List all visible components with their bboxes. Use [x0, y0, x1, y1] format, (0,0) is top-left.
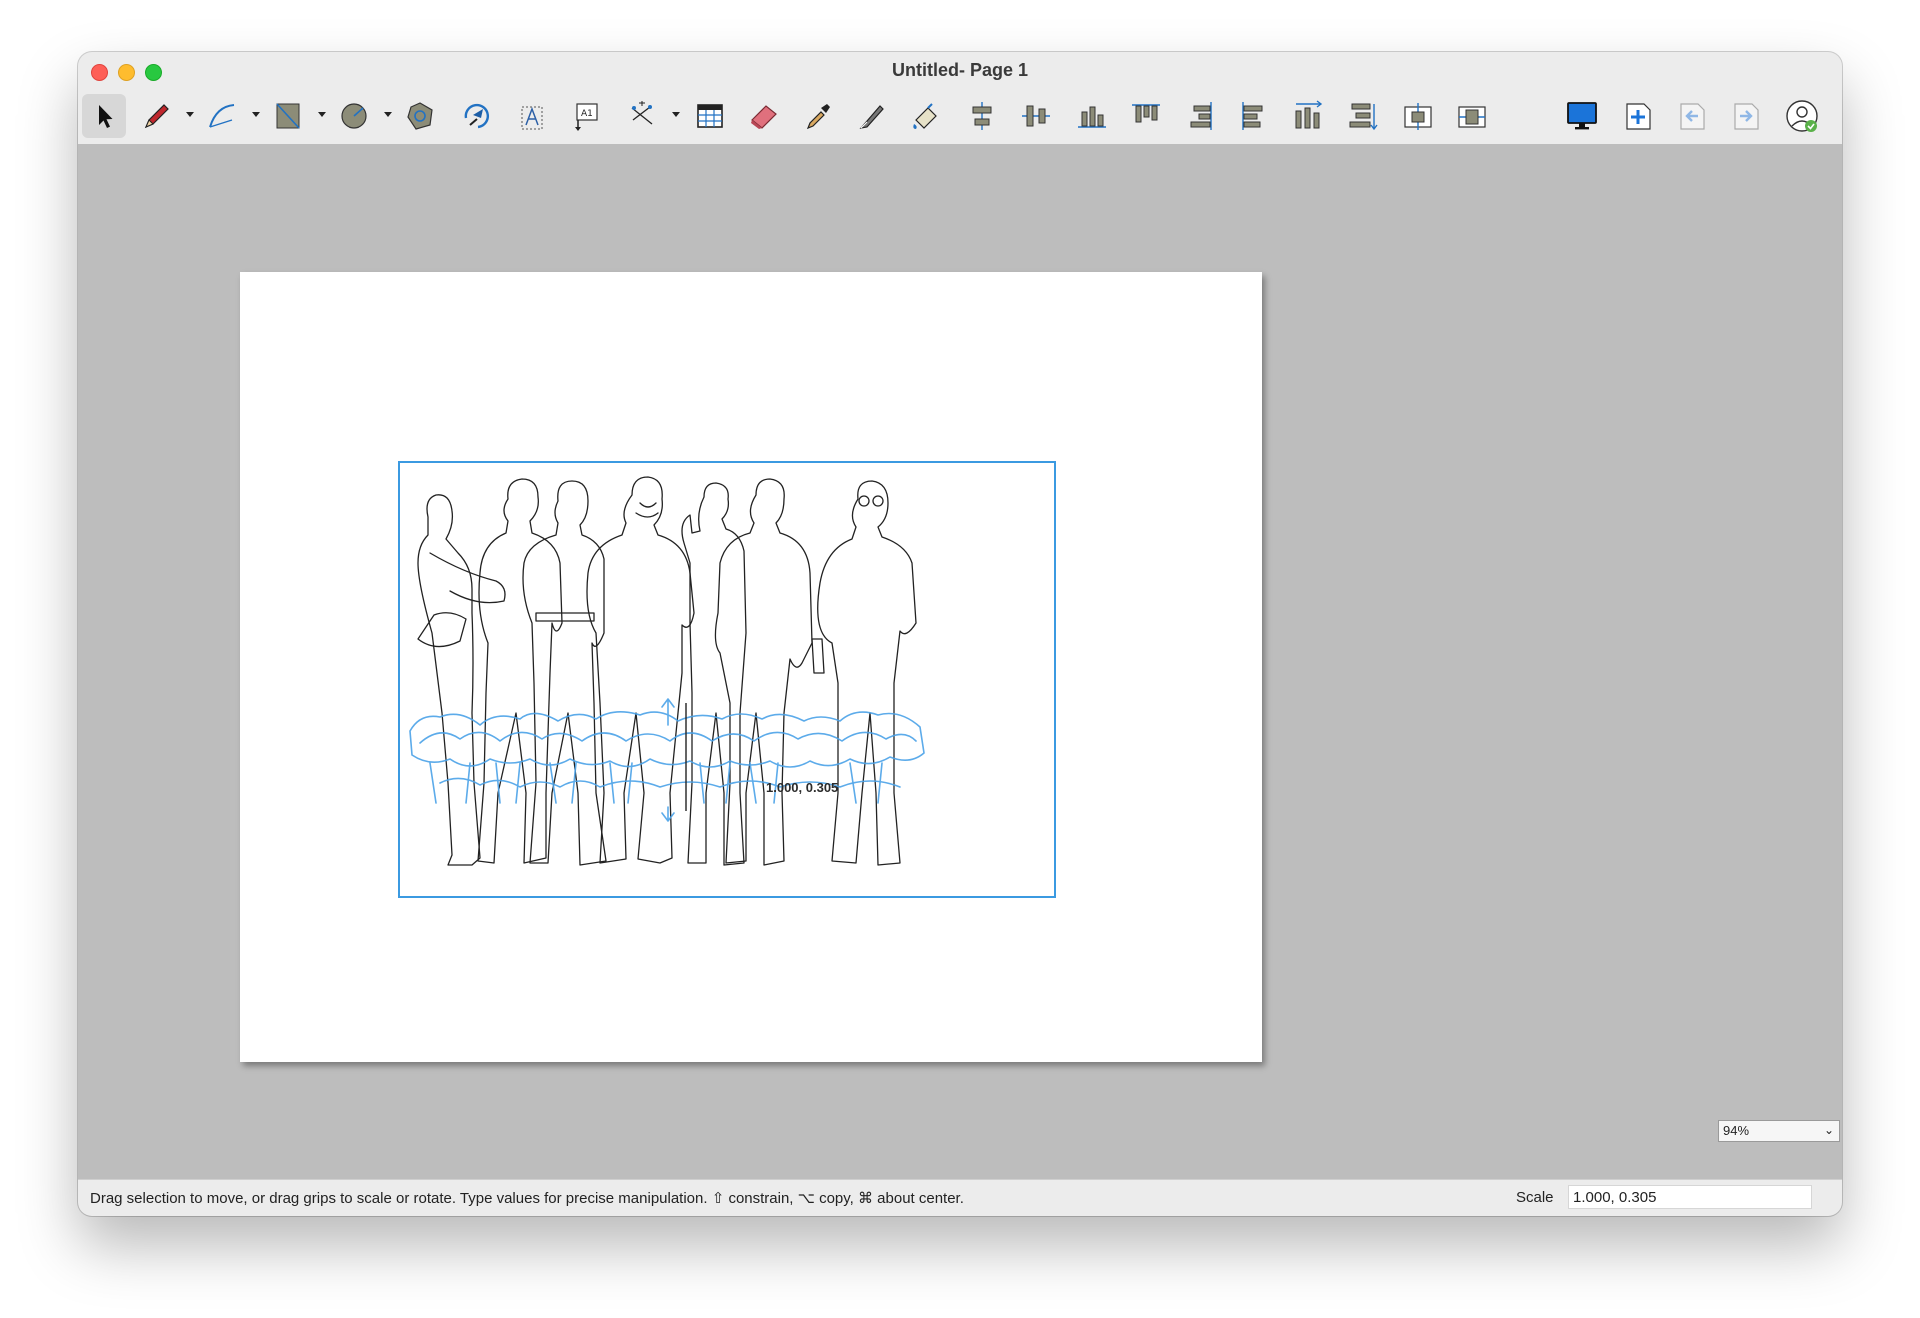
scale-input[interactable]	[1568, 1185, 1812, 1209]
circle-icon	[341, 103, 367, 129]
circle-dropdown-icon[interactable]	[384, 112, 392, 117]
next-page-tool[interactable]	[1724, 94, 1768, 138]
drawing-canvas-area[interactable]: 1.000, 0.305 94% ⌄	[78, 144, 1842, 1180]
center-on-page-icon	[1404, 103, 1432, 130]
curve-dropdown-icon[interactable]	[252, 112, 260, 117]
account-icon	[1786, 100, 1818, 132]
svg-text:A1: A1	[581, 109, 593, 119]
curve-tool[interactable]	[200, 94, 244, 138]
distribute-vertical-tool[interactable]	[1340, 94, 1384, 138]
status-bar: Drag selection to move, or drag grips to…	[78, 1179, 1842, 1216]
eyedropper-tool[interactable]	[796, 94, 840, 138]
select-tool[interactable]	[82, 94, 126, 138]
rotate-tool[interactable]	[454, 94, 498, 138]
window-title: Untitled- Page 1	[891, 60, 1029, 80]
align-center-horizontal-icon	[972, 102, 992, 130]
person-figure	[417, 494, 506, 866]
zoom-select[interactable]: 94% ⌄	[1718, 1120, 1840, 1142]
arrow-pointer-icon	[99, 105, 113, 128]
distribute-vertical-icon	[1349, 103, 1378, 131]
distribute-horizontal-icon	[1295, 100, 1323, 129]
text-a-icon	[521, 106, 543, 130]
presentation-tool[interactable]	[1560, 94, 1604, 138]
pencil-tool[interactable]	[134, 94, 178, 138]
rectangle-dropdown-icon[interactable]	[318, 112, 326, 117]
rotate-icon	[464, 103, 490, 129]
polygon-icon	[407, 102, 433, 130]
callout-tool[interactable]: A1	[564, 94, 608, 138]
person-figure	[522, 480, 607, 866]
dimension-dropdown-icon[interactable]	[672, 112, 680, 117]
align-right-tool[interactable]	[1178, 94, 1222, 138]
align-bottom-icon	[1078, 106, 1106, 128]
align-center-vertical-icon	[1022, 105, 1050, 127]
dimension-icon	[631, 101, 653, 125]
fit-to-page-tool[interactable]	[1450, 94, 1494, 138]
align-center-horizontal-tool[interactable]	[960, 94, 1004, 138]
previous-page-icon	[1680, 103, 1705, 130]
pencil-dropdown-icon[interactable]	[186, 112, 194, 117]
table-icon	[697, 104, 723, 128]
table-tool[interactable]	[688, 94, 732, 138]
circle-tool[interactable]	[332, 94, 376, 138]
scale-readout: 1.000, 0.305	[766, 780, 839, 795]
next-page-icon	[1734, 103, 1759, 130]
monitor-icon	[1567, 102, 1597, 130]
add-page-icon	[1626, 103, 1651, 130]
distribute-horizontal-tool[interactable]	[1286, 94, 1330, 138]
eyedropper-icon	[806, 104, 830, 130]
previous-page-tool[interactable]	[1670, 94, 1714, 138]
callout-a1-icon: A1	[575, 103, 598, 131]
knife-icon	[859, 105, 884, 129]
person-figure	[811, 480, 917, 866]
fit-to-page-icon	[1458, 106, 1486, 128]
people-line-drawing	[409, 476, 925, 866]
eraser-icon	[751, 105, 777, 129]
knife-tool[interactable]	[850, 94, 894, 138]
account-tool[interactable]	[1780, 94, 1824, 138]
align-right-icon	[1190, 102, 1212, 130]
rectangle-tool[interactable]	[266, 94, 310, 138]
align-top-tool[interactable]	[1124, 94, 1168, 138]
person-figure	[714, 478, 813, 866]
align-bottom-tool[interactable]	[1070, 94, 1114, 138]
dimension-tool[interactable]	[620, 94, 664, 138]
align-center-vertical-tool[interactable]	[1014, 94, 1058, 138]
polygon-tool[interactable]	[398, 94, 442, 138]
person-figure	[586, 476, 695, 864]
paint-fill-icon	[913, 103, 937, 129]
person-figure	[681, 482, 747, 866]
scaled-preview-outline	[409, 698, 925, 822]
scale-label: Scale	[1516, 1189, 1554, 1206]
text-tool[interactable]	[510, 94, 554, 138]
app-window: Untitled- Page 1 A1 1.000, 0.305 94% ⌄ D…	[78, 52, 1842, 1216]
curve-icon	[209, 104, 235, 128]
eraser-tool[interactable]	[742, 94, 786, 138]
add-page-tool[interactable]	[1616, 94, 1660, 138]
document-page[interactable]: 1.000, 0.305	[240, 272, 1262, 1062]
title-bar: Untitled- Page 1 A1	[78, 52, 1842, 145]
chevron-down-icon: ⌄	[1823, 1123, 1834, 1137]
align-top-icon	[1132, 104, 1160, 123]
fill-tool[interactable]	[904, 94, 948, 138]
zoom-value: 94%	[1723, 1123, 1750, 1138]
align-left-tool[interactable]	[1232, 94, 1276, 138]
pencil-icon	[144, 104, 169, 129]
status-hint: Drag selection to move, or drag grips to…	[90, 1190, 964, 1207]
center-on-page-tool[interactable]	[1396, 94, 1440, 138]
toolbar: A1	[78, 90, 1842, 140]
rectangle-icon	[276, 103, 300, 129]
align-left-icon	[1242, 102, 1263, 130]
selected-drawing[interactable]: 1.000, 0.305	[398, 461, 1056, 898]
